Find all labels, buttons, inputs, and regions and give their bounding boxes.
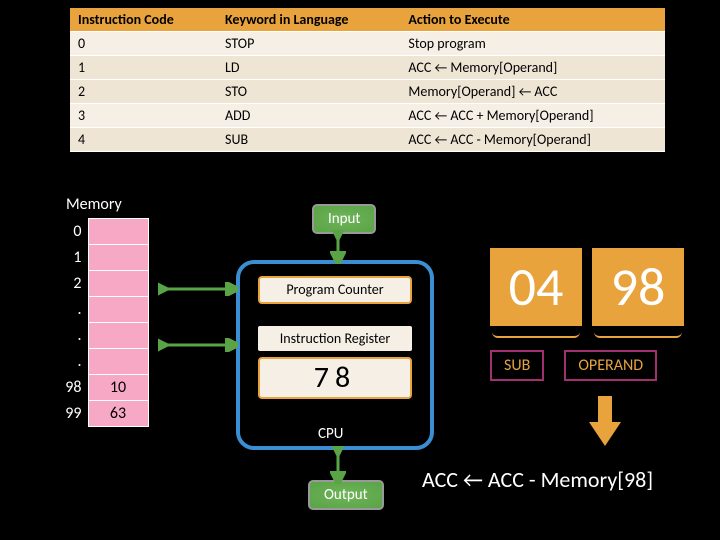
decode-labels: SUB OPERAND bbox=[490, 350, 657, 381]
th-action: Action to Execute bbox=[400, 8, 665, 32]
ir-value: 78 bbox=[258, 357, 412, 399]
table-row: . bbox=[60, 323, 148, 349]
arrow-cpu-to-output bbox=[330, 446, 346, 484]
table-row: 1 bbox=[60, 245, 148, 271]
memory-label: Memory bbox=[60, 195, 149, 214]
ir-label: Instruction Register bbox=[258, 326, 412, 351]
th-keyword: Keyword in Language bbox=[217, 8, 400, 32]
table-row: 9963 bbox=[60, 401, 148, 427]
action-result: ACC ← ACC - Memory[98] bbox=[422, 466, 653, 493]
operand-value: 98 bbox=[592, 248, 684, 326]
decoded-instruction: 04 98 bbox=[490, 248, 684, 326]
table-row: 4 SUB ACC ← ACC - Memory[Operand] bbox=[70, 128, 665, 152]
instruction-table: Instruction Code Keyword in Language Act… bbox=[70, 8, 665, 152]
decode-operand-label: OPERAND bbox=[564, 350, 657, 381]
brace-opcode bbox=[492, 330, 580, 338]
arrow-mem-to-ir bbox=[158, 338, 238, 352]
table-row: 0 STOP Stop program bbox=[70, 32, 665, 56]
table-row: 2 bbox=[60, 271, 148, 297]
memory-area: Memory 0 1 2 . . . 9810 9963 bbox=[60, 195, 149, 427]
instruction-register: Instruction Register 78 bbox=[258, 326, 412, 399]
table-row: 1 LD ACC ← Memory[Operand] bbox=[70, 56, 665, 80]
th-code: Instruction Code bbox=[70, 8, 217, 32]
table-row: 0 bbox=[60, 219, 148, 245]
table-row: 9810 bbox=[60, 375, 148, 401]
memory-table: 0 1 2 . . . 9810 9963 bbox=[60, 218, 149, 427]
table-row: . bbox=[60, 349, 148, 375]
down-arrow-icon bbox=[585, 392, 625, 457]
cpu-label: CPU bbox=[318, 425, 343, 443]
decode-opcode-label: SUB bbox=[490, 350, 544, 381]
table-row: 2 STO Memory[Operand] ← ACC bbox=[70, 80, 665, 104]
brace-operand bbox=[594, 330, 682, 338]
table-row: . bbox=[60, 297, 148, 323]
opcode-value: 04 bbox=[490, 248, 582, 326]
table-row: 3 ADD ACC ← ACC + Memory[Operand] bbox=[70, 104, 665, 128]
cpu-diagram: Input Program Counter Instruction Regist… bbox=[230, 200, 470, 500]
program-counter: Program Counter bbox=[258, 276, 412, 304]
arrow-mem-to-pc bbox=[158, 282, 238, 296]
arrow-input-to-cpu bbox=[330, 230, 346, 264]
output-box: Output bbox=[308, 480, 384, 510]
